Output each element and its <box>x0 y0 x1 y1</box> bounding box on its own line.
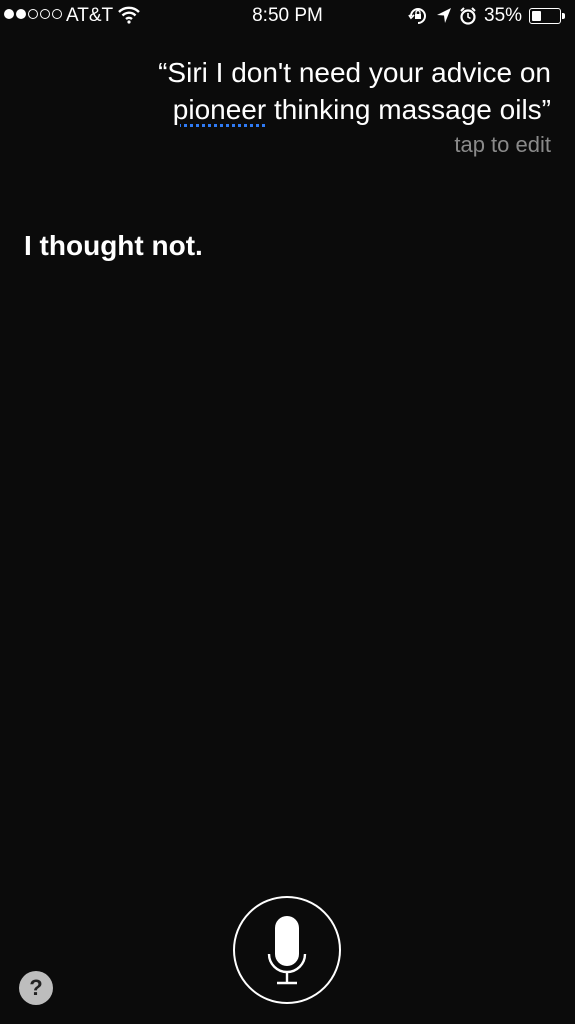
battery-percentage: 35% <box>484 5 523 26</box>
battery-tip <box>562 13 565 19</box>
microphone-button[interactable] <box>233 896 341 1004</box>
siri-response-text: I thought not. <box>24 230 203 261</box>
location-arrow-icon <box>436 6 452 30</box>
spellcheck-word[interactable]: pioneer <box>173 94 266 125</box>
microphone-icon <box>267 916 307 985</box>
query-part-2: thinking massage oils <box>266 94 542 125</box>
tap-to-edit-hint[interactable]: tap to edit <box>454 132 551 158</box>
battery-fill <box>532 11 541 21</box>
help-button[interactable]: ? <box>19 971 53 1005</box>
rotation-lock-icon <box>408 6 428 32</box>
query-close-quote: ” <box>541 94 551 125</box>
siri-query-text[interactable]: “Siri I don't need your advice on pioneer… <box>51 54 551 128</box>
query-part-1: Siri I don't need your advice on <box>167 57 551 88</box>
battery-icon <box>529 8 561 24</box>
alarm-icon <box>459 6 477 32</box>
status-bar: AT&T 8:50 PM 35% <box>0 0 575 34</box>
